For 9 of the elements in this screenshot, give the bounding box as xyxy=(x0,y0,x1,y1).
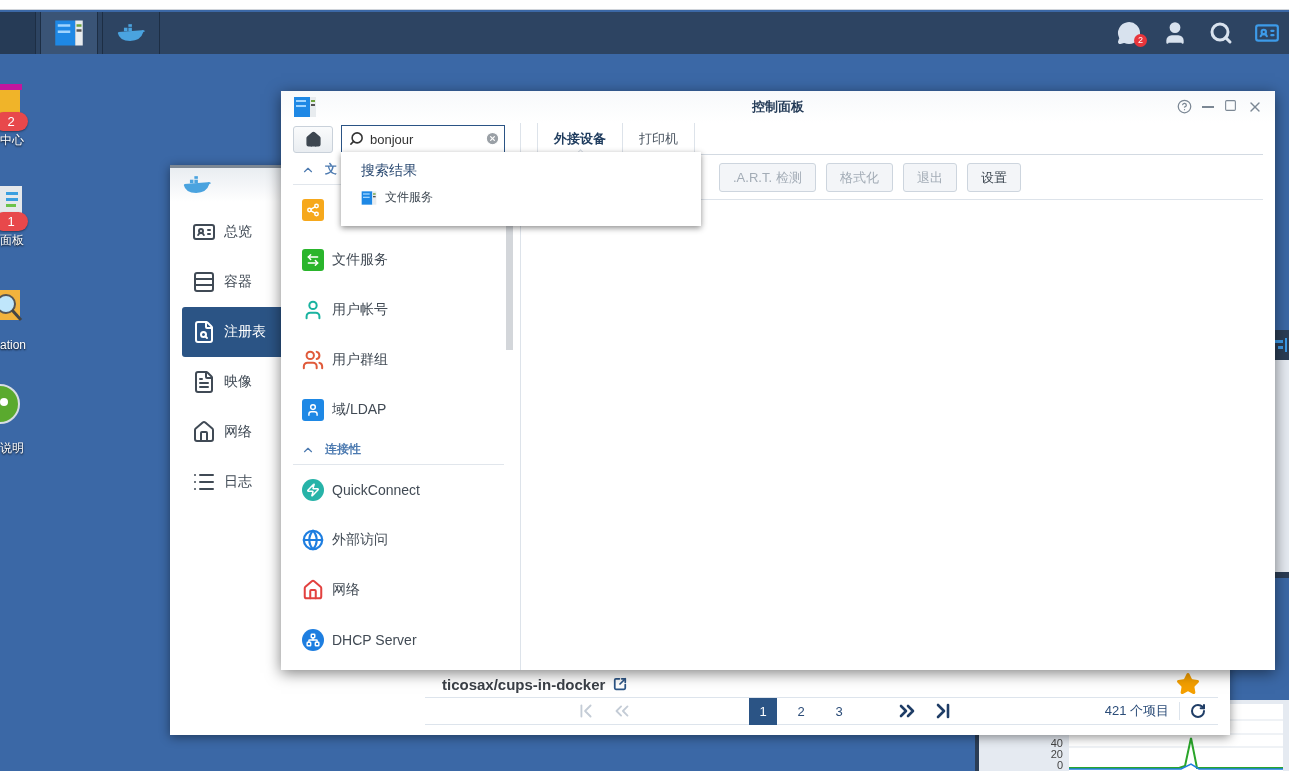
axis-tick: 0 xyxy=(1056,760,1063,771)
count-badge: 2 xyxy=(0,112,28,131)
window-title: 控制面板 xyxy=(752,98,804,116)
axis-tick: 20 xyxy=(1050,749,1063,760)
repository-name: ticosax/cups-in-docker xyxy=(442,675,606,693)
item-count: 421 个项目 xyxy=(1104,702,1180,720)
axis-tick: 40 xyxy=(1050,738,1063,749)
count-badge: 1 xyxy=(0,212,28,231)
results-heading: 搜索结果 xyxy=(361,162,418,180)
